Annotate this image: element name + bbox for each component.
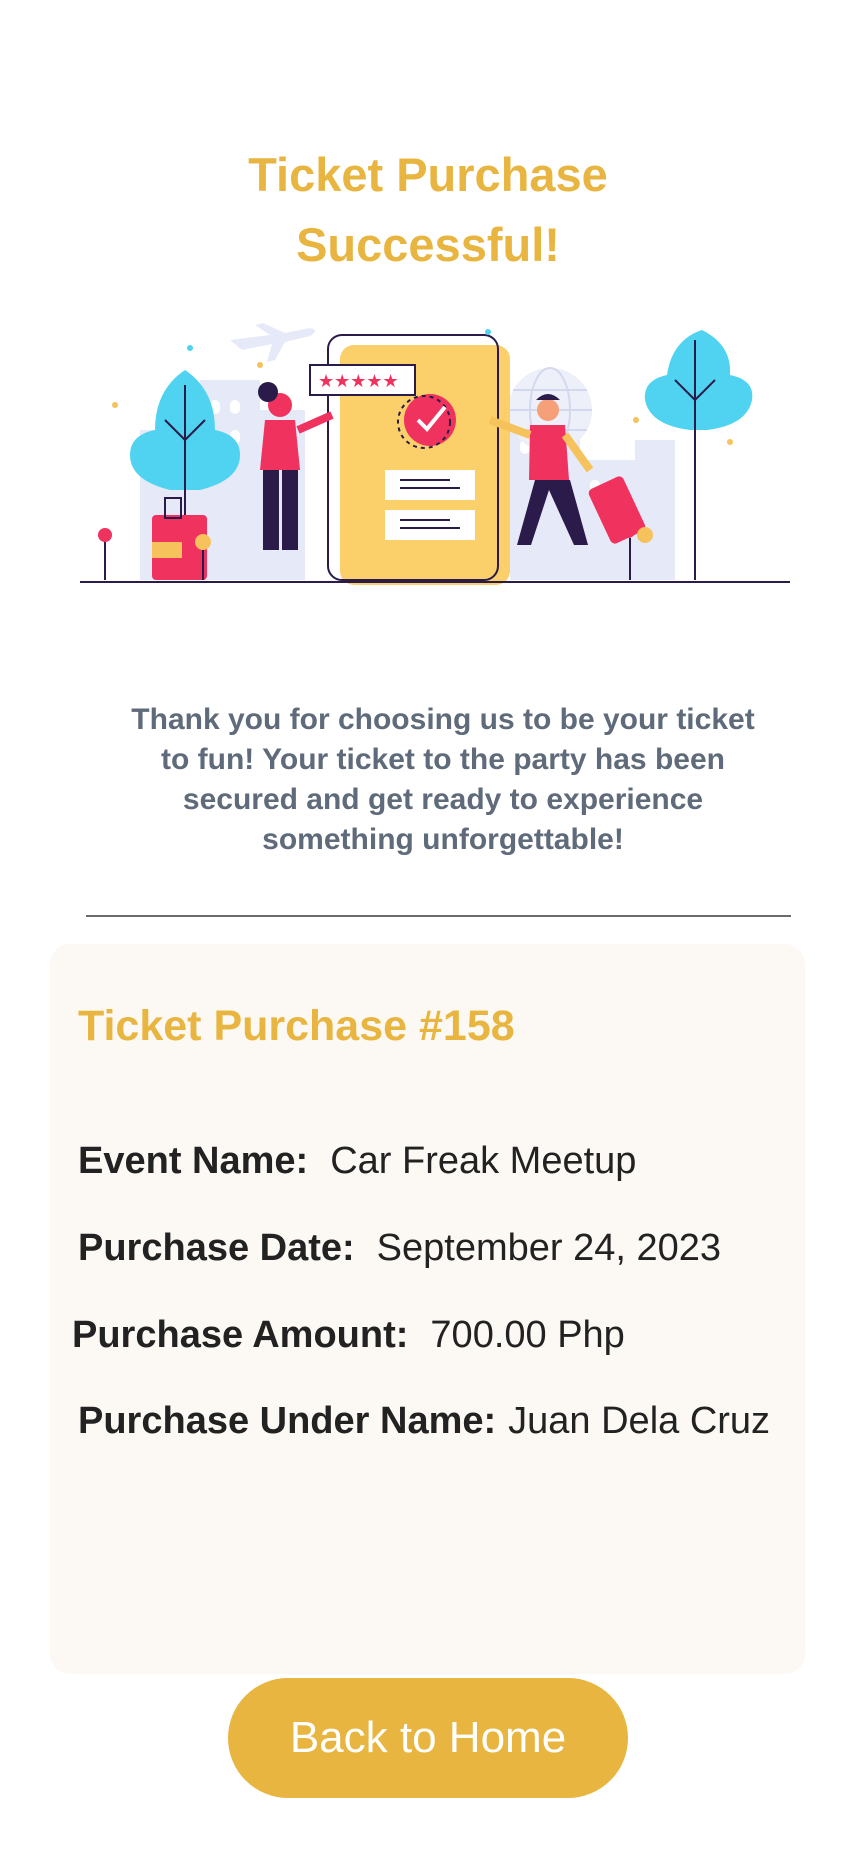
purchase-amount-label: Purchase Amount: <box>72 1314 409 1356</box>
event-name-row: Event Name: Car Freak Meetup <box>78 1136 636 1186</box>
purchase-name-row: Purchase Under Name: Juan Dela Cruz <box>78 1396 770 1446</box>
success-message-line2: to fun! Your ticket to the party has bee… <box>161 743 725 776</box>
page-title-line1: Ticket Purchase <box>248 148 608 201</box>
success-message-line4: something unforgettable! <box>262 823 624 856</box>
purchase-date-value: September 24, 2023 <box>376 1227 722 1269</box>
event-name-label: Event Name: <box>78 1140 309 1182</box>
page-title-line2: Successful! <box>296 218 560 271</box>
success-message-line3: secured and get ready to experience <box>182 783 704 816</box>
purchase-date-row: Purchase Date: September 24, 2023 <box>78 1223 721 1273</box>
success-message: Thank you for choosing us to be your tic… <box>100 700 786 860</box>
ticket-purchase-illustration-icon: ★★★★★ <box>80 323 790 585</box>
event-name-value: Car Freak Meetup <box>330 1140 637 1182</box>
purchase-name-value: Juan Dela Cruz <box>508 1400 771 1442</box>
purchase-name-label: Purchase Under Name: <box>78 1400 497 1442</box>
purchase-date-label: Purchase Date: <box>78 1227 355 1269</box>
purchase-amount-value: 700.00 Php <box>430 1314 625 1356</box>
svg-text:★★★★★: ★★★★★ <box>318 371 399 392</box>
section-divider <box>86 915 791 917</box>
ticket-title: Ticket Purchase #158 <box>78 1002 515 1050</box>
purchase-amount-row: Purchase Amount: 700.00 Php <box>72 1310 625 1360</box>
page-title: Ticket Purchase Successful! <box>128 140 728 280</box>
success-message-line1: Thank you for choosing us to be your tic… <box>131 703 755 736</box>
back-to-home-button[interactable]: Back to Home <box>228 1678 628 1798</box>
